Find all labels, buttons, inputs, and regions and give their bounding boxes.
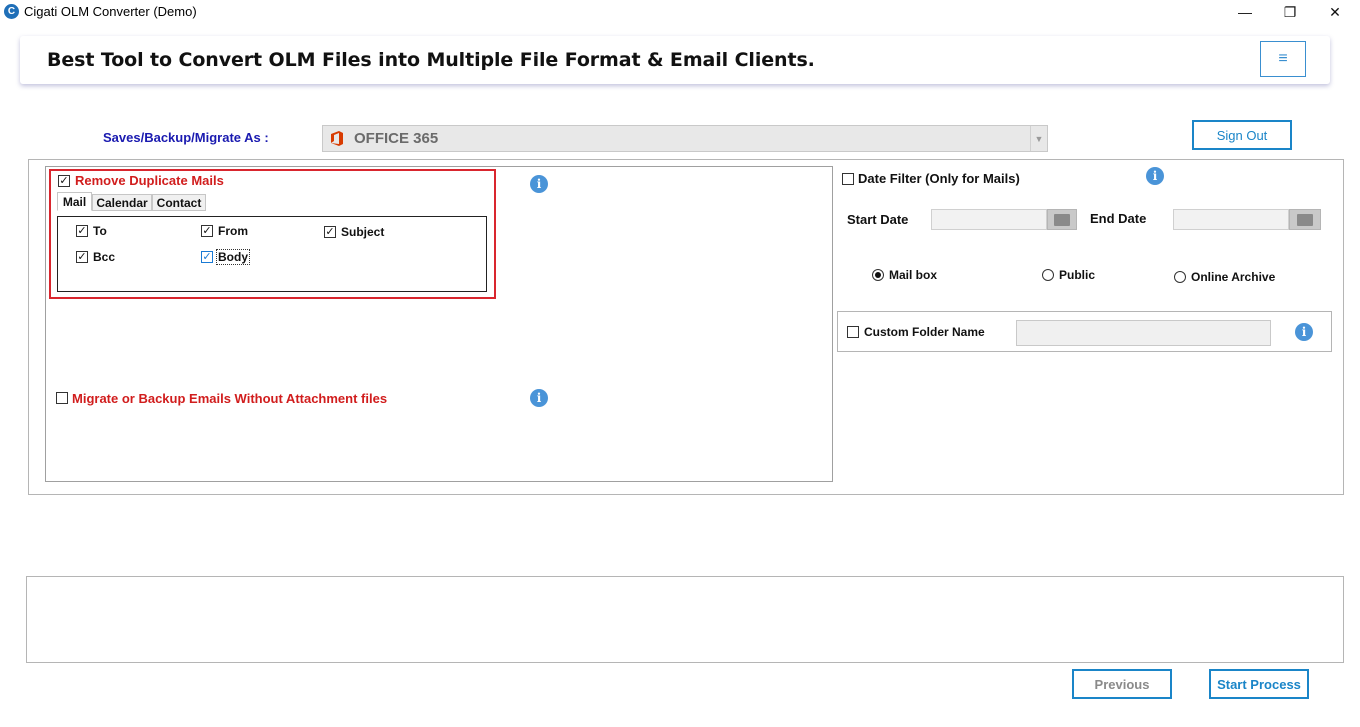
to-checkbox[interactable]: ✓: [76, 225, 88, 237]
without-attachment-checkbox[interactable]: [56, 392, 68, 404]
info-icon-date-filter[interactable]: i: [1146, 167, 1164, 185]
remove-duplicate-label: Remove Duplicate Mails: [75, 173, 224, 188]
window-title: Cigati OLM Converter (Demo): [24, 4, 197, 19]
calendar-icon: [1297, 213, 1313, 226]
title-bar: C Cigati OLM Converter (Demo) — ❐ ✕: [0, 0, 1360, 24]
tab-mail[interactable]: Mail: [57, 192, 92, 211]
custom-folder-checkbox[interactable]: [847, 326, 859, 338]
from-label: From: [218, 224, 248, 238]
from-checkbox[interactable]: ✓: [201, 225, 213, 237]
previous-button[interactable]: Previous: [1072, 669, 1172, 699]
online-archive-radio-label: Online Archive: [1191, 270, 1276, 284]
info-icon-attachment[interactable]: i: [530, 389, 548, 407]
minimize-icon[interactable]: —: [1222, 0, 1268, 24]
info-icon-duplicate[interactable]: i: [530, 175, 548, 193]
start-process-button[interactable]: Start Process: [1209, 669, 1309, 699]
header-banner: Best Tool to Convert OLM Files into Mult…: [20, 36, 1330, 84]
tab-calendar[interactable]: Calendar: [92, 194, 152, 211]
end-date-calendar-button[interactable]: [1289, 209, 1321, 230]
subject-label: Subject: [341, 225, 385, 239]
to-label: To: [93, 224, 107, 238]
date-filter-label: Date Filter (Only for Mails): [858, 171, 1020, 186]
body-label: Body: [216, 249, 250, 265]
public-radio-label: Public: [1059, 268, 1096, 282]
hamburger-icon: ≡: [1278, 50, 1288, 67]
mailbox-radio[interactable]: [872, 269, 884, 281]
end-date-input[interactable]: [1173, 209, 1289, 230]
without-attachment-label: Migrate or Backup Emails Without Attachm…: [72, 391, 388, 406]
calendar-icon: [1054, 213, 1070, 226]
start-date-calendar-button[interactable]: [1047, 209, 1077, 230]
sign-out-button[interactable]: Sign Out: [1192, 120, 1292, 150]
bcc-checkbox[interactable]: ✓: [76, 251, 88, 263]
tab-contact[interactable]: Contact: [152, 194, 206, 211]
mailbox-radio-label: Mail box: [889, 268, 938, 282]
page-title: Best Tool to Convert OLM Files into Mult…: [47, 49, 815, 71]
body-checkbox[interactable]: ✓: [201, 251, 213, 263]
custom-folder-input[interactable]: [1016, 320, 1271, 346]
bcc-label: Bcc: [93, 250, 116, 264]
start-date-input[interactable]: [931, 209, 1047, 230]
office365-icon: [331, 131, 343, 146]
date-filter-checkbox[interactable]: [842, 173, 854, 185]
end-date-label: End Date: [1090, 211, 1147, 226]
subject-checkbox[interactable]: ✓: [324, 226, 336, 238]
save-as-selected-value: OFFICE 365: [354, 130, 439, 147]
hamburger-menu-button[interactable]: ≡: [1260, 41, 1306, 77]
save-as-dropdown[interactable]: OFFICE 365 ▼: [322, 125, 1048, 152]
log-panel: [26, 576, 1344, 663]
public-radio[interactable]: [1042, 269, 1054, 281]
online-archive-radio[interactable]: [1174, 271, 1186, 283]
chevron-down-icon[interactable]: ▼: [1030, 126, 1047, 151]
custom-folder-label: Custom Folder Name: [864, 325, 985, 339]
mail-tab-content: [57, 216, 487, 292]
info-icon-custom-folder[interactable]: i: [1295, 323, 1313, 341]
app-logo-icon: C: [4, 4, 19, 19]
maximize-icon[interactable]: ❐: [1267, 0, 1313, 24]
close-icon[interactable]: ✕: [1312, 0, 1358, 24]
start-date-label: Start Date: [847, 212, 909, 227]
save-as-label: Saves/Backup/Migrate As :: [103, 130, 269, 145]
remove-duplicate-checkbox[interactable]: ✓: [58, 175, 70, 187]
